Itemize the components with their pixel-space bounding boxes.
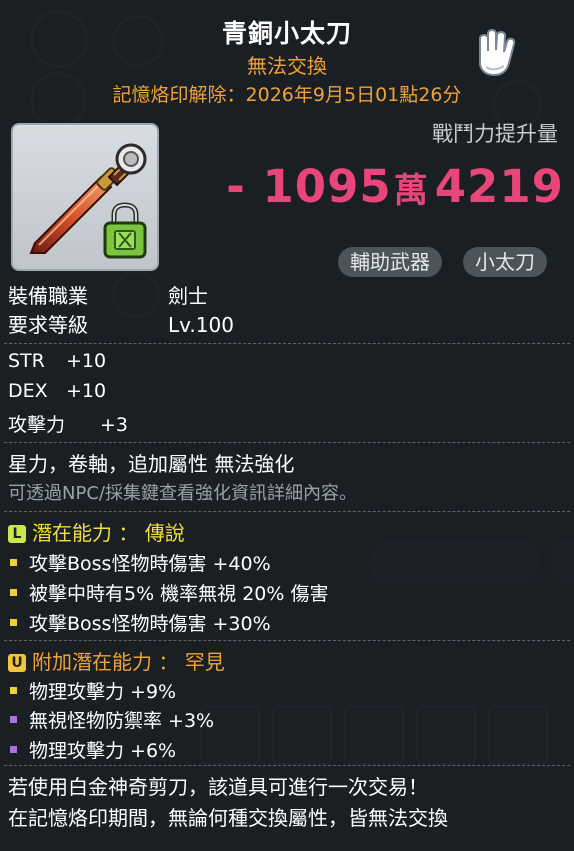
stat-row: 攻擊力 +3 [8,410,128,437]
bullet-icon [10,687,17,694]
short-sword-icon [29,143,147,259]
enhance-status: 星力，卷軸，追加屬性 無法強化 [8,452,295,476]
combat-power-label: 戰鬥力提升量 [432,122,558,146]
divider [4,343,570,345]
trade-note-line: 若使用白金神奇剪刀，該道具可進行一次交易！ [8,775,428,799]
requirement-label: 裝備職業 [8,284,88,308]
stat-value: +10 [66,350,107,372]
requirement-value: Lv.100 [168,313,234,337]
potential-line-text: 攻擊Boss怪物時傷害 +30% [29,613,271,635]
stat-value: +3 [100,414,129,436]
requirement-job-row: 裝備職業 劍士 [8,280,208,309]
additional-potential-line: 物理攻擊力 +6% [10,736,176,763]
cp-unit: 萬 [393,171,429,211]
memory-seal-release-time: 記憶烙印解除：2026年9月5日01點26分 [112,84,462,106]
stat-row: STR +10 [8,350,106,372]
requirement-label: 要求等級 [8,313,88,337]
additional-potential-line-text: 物理攻擊力 +6% [29,740,177,762]
cp-value-low: 4219 [434,160,564,213]
potential-line: 被擊中時有5% 機率無視 20% 傷害 [10,579,329,606]
bullet-icon [10,589,17,596]
potential-line-text: 攻擊Boss怪物時傷害 +40% [29,553,271,575]
additional-potential-title: U 附加潛在能力 ： 罕見 [8,646,225,675]
stat-row: DEX +10 [8,380,106,402]
combat-power-change: - 1095萬 4219 [226,160,564,213]
requirement-level-row: 要求等級 Lv.100 [8,309,234,338]
lock-icon [103,202,147,259]
potential-line: 攻擊Boss怪物時傷害 +30% [10,609,271,636]
additional-potential-line: 無視怪物防禦率 +3% [10,706,214,733]
potential-title: L 潛在能力 ： 傳說 [8,517,185,546]
unique-badge: U [8,654,26,672]
cp-sign: - [226,160,246,213]
additional-potential-line-text: 物理攻擊力 +9% [29,681,177,703]
requirement-value: 劍士 [168,284,208,308]
enhance-hint: 可透過NPC/採集鍵查看強化資訊詳細內容。 [8,483,357,504]
additional-potential-title-text: 附加潛在能力 ： 罕見 [32,650,225,674]
divider [4,765,570,767]
bullet-icon [10,619,17,626]
legendary-badge: L [8,525,26,543]
potential-title-text: 潛在能力 ： 傳說 [32,521,185,545]
stat-value: +10 [66,380,107,402]
stat-name: 攻擊力 [8,414,66,436]
potential-line: 攻擊Boss怪物時傷害 +40% [10,549,271,576]
cp-value-high: 1095 [262,160,392,213]
item-icon-frame [11,123,159,271]
divider [4,442,570,444]
additional-potential-line-text: 無視怪物防禦率 +3% [29,710,215,732]
bullet-icon [10,746,17,753]
divider [4,640,570,642]
tag-weapon-type: 小太刀 [463,247,547,277]
tag-secondary-weapon: 輔助武器 [338,247,442,277]
glove-cursor-icon [479,28,516,77]
potential-line-text: 被擊中時有5% 機率無視 20% 傷害 [29,583,329,605]
additional-potential-line: 物理攻擊力 +9% [10,677,176,704]
bullet-icon [10,559,17,566]
stat-name: DEX [8,380,48,402]
stat-name: STR [8,350,45,372]
bullet-icon [10,716,17,723]
trade-note-line: 在記憶烙印期間，無論何種交換屬性，皆無法交換 [8,806,448,830]
divider [4,511,570,513]
item-tooltip: 青銅小太刀 無法交換 記憶烙印解除：2026年9月5日01點26分 戰鬥力提升量… [0,0,574,851]
